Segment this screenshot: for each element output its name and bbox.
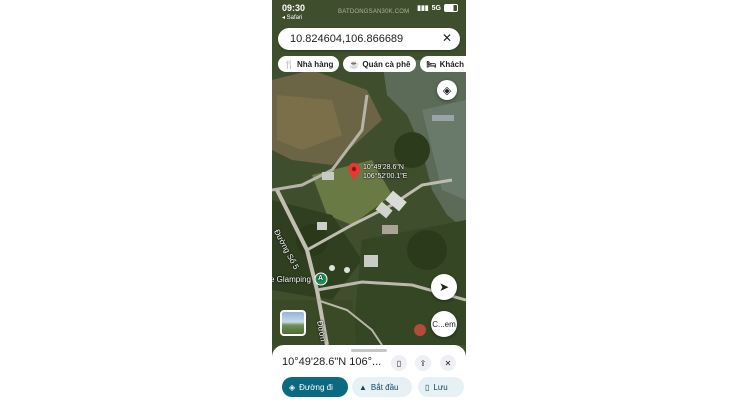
chip-restaurants[interactable]: 🍴 Nhà hàng (278, 56, 340, 72)
my-location-button[interactable]: ➤ (431, 274, 457, 300)
poi-marker[interactable]: A (318, 275, 323, 282)
poi-label-glamping[interactable]: e Glamping (272, 275, 311, 284)
pin-coordinates-label: 10°49'28.6"N 106°52'00.1"E (363, 163, 407, 181)
directions-button[interactable]: ◈ Đường đi (282, 377, 348, 397)
status-indicators: ▮▮▮ 5G (417, 4, 458, 12)
share-button[interactable]: ⇪ (415, 355, 431, 371)
chip-label: Quán cà phê (362, 59, 411, 69)
share-icon: ⇪ (419, 358, 427, 368)
start-label: Bắt đầu (370, 382, 399, 392)
status-time: 09:30 (282, 3, 306, 13)
directions-label: Đường đi (299, 382, 333, 392)
cafe-icon: ☕ (349, 59, 360, 69)
hotel-icon: 🛏 (426, 59, 437, 69)
status-bar: 09:30 ◂ Safari BATDONGSAN30K.COM ▮▮▮ 5G (272, 0, 466, 24)
chip-label: Khách s (439, 59, 466, 69)
close-icon: ✕ (444, 358, 452, 368)
chip-cafes[interactable]: ☕ Quán cà phê (343, 56, 417, 72)
lens-label: C...em (432, 319, 456, 329)
battery-icon (444, 4, 458, 12)
navigation-arrow-icon: ➤ (438, 280, 450, 294)
search-input[interactable]: 10.824604,106.866689 (290, 33, 403, 45)
category-chips: 🍴 Nhà hàng ☕ Quán cà phê 🛏 Khách s (278, 56, 466, 72)
search-bar[interactable]: 10.824604,106.866689 ✕ (278, 28, 460, 50)
start-button[interactable]: ▲ Bắt đầu (352, 377, 412, 397)
place-bottom-sheet: 10°49'28.6"N 106°... ▯ ⇪ ✕ ◈ Đường đi ▲ … (272, 345, 466, 420)
pin-lat: 10°49'28.6"N (363, 164, 404, 171)
chip-label: Nhà hàng (296, 59, 334, 69)
back-to-safari[interactable]: ◂ Safari (282, 14, 302, 21)
chip-hotels[interactable]: 🛏 Khách s (420, 56, 466, 72)
save-button[interactable]: ▯ Lưu (418, 377, 464, 397)
bookmark-icon: ▯ (396, 358, 402, 368)
pin-lng: 106°52'00.1"E (363, 173, 408, 180)
restaurant-icon: 🍴 (284, 59, 294, 69)
street-view-thumbnail[interactable] (280, 310, 306, 336)
close-icon[interactable]: ✕ (442, 31, 452, 45)
place-title: 10°49'28.6"N 106°... (282, 356, 382, 368)
save-label: Lưu (433, 382, 448, 392)
bookmark-button[interactable]: ▯ (391, 355, 407, 371)
navigation-icon: ▲ (359, 382, 367, 392)
phone-screen: 10°49'28.6"N 106°52'00.1"E Đường Số 5 Đư… (272, 0, 466, 420)
lens-button[interactable]: C...em (431, 311, 457, 337)
watermark: BATDONGSAN30K.COM (338, 9, 410, 15)
directions-icon: ◈ (289, 382, 296, 392)
bookmark-icon: ▯ (425, 382, 430, 392)
layers-icon: ◈ (442, 84, 452, 97)
network-type: 5G (431, 4, 441, 12)
layers-button[interactable]: ◈ (437, 80, 457, 100)
signal-icon: ▮▮▮ (417, 5, 429, 12)
close-sheet-button[interactable]: ✕ (440, 355, 456, 371)
drag-handle[interactable] (351, 349, 387, 352)
